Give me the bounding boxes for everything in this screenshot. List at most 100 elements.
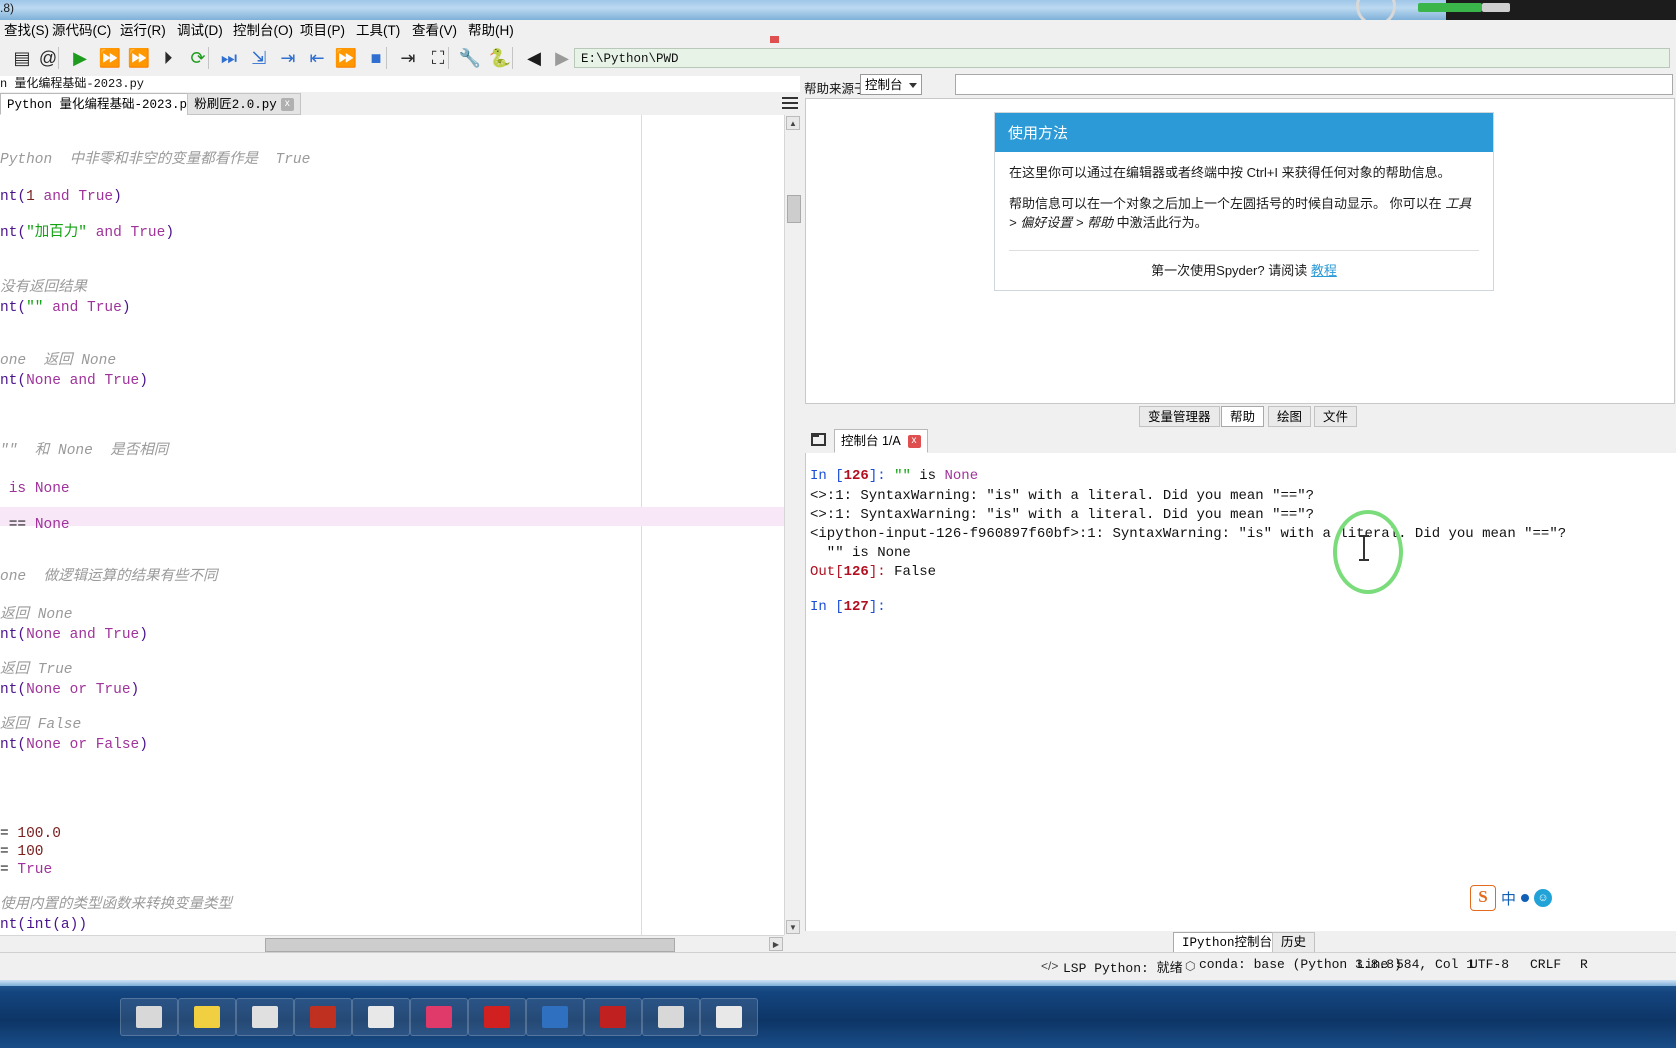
- editor-hscroll-thumb[interactable]: [265, 938, 675, 952]
- working-directory-input[interactable]: E:\Python\PWD: [574, 48, 1670, 68]
- editor-horizontal-scrollbar[interactable]: ▶: [0, 935, 784, 952]
- bottom-dock-tab-1[interactable]: 历史: [1272, 932, 1316, 953]
- file-list-icon[interactable]: ▤: [8, 44, 36, 72]
- code-token: and: [60, 373, 105, 389]
- help-object-input[interactable]: [955, 74, 1673, 95]
- console-token: <ipython-input-126-f960897f60bf>:1: Synt…: [810, 526, 1567, 542]
- run-cell-advance-icon[interactable]: ⏩: [125, 44, 153, 72]
- taskbar-item-4[interactable]: [352, 998, 410, 1036]
- right-dock-tab-1[interactable]: 帮助: [1221, 406, 1265, 427]
- debug-stop-icon[interactable]: ■: [362, 44, 390, 72]
- debug-step-icon[interactable]: ⇲: [245, 44, 273, 72]
- smiley-icon[interactable]: ☺: [1534, 889, 1553, 907]
- menu-item-4[interactable]: 控制台(O): [229, 22, 297, 39]
- code-token: nt(: [0, 627, 27, 643]
- editor-options-menu-icon[interactable]: [782, 97, 798, 111]
- menu-item-7[interactable]: 查看(V): [408, 22, 461, 39]
- ime-mode-label[interactable]: 中: [1501, 888, 1516, 909]
- taskbar-item-0[interactable]: [120, 998, 178, 1036]
- console-line-5: Out[126]: False: [810, 563, 936, 581]
- menu-item-1[interactable]: 源代码(C): [48, 22, 115, 39]
- menu-item-2[interactable]: 运行(R): [116, 22, 170, 39]
- rerun-icon[interactable]: ⟳: [184, 44, 212, 72]
- code-line-0: Python 中非零和非空的变量都看作是 True: [0, 151, 310, 169]
- code-line-13: 返回 True: [0, 661, 73, 679]
- back-arrow-icon[interactable]: ◀: [520, 44, 548, 72]
- console-tab[interactable]: 控制台 1/A x: [834, 429, 928, 453]
- menu-item-3[interactable]: 调试(D): [173, 22, 227, 39]
- run-selection-icon[interactable]: ⏵: [154, 44, 182, 72]
- scroll-right-arrow-icon[interactable]: ▶: [769, 937, 783, 951]
- code-editor[interactable]: Python 中非零和非空的变量都看作是 True nt(1 and True) n…: [0, 115, 800, 935]
- taskbar-item-icon: [600, 1006, 626, 1028]
- close-icon[interactable]: x: [907, 435, 921, 449]
- console-token: Out: [810, 564, 836, 580]
- code-token: 返回 True: [0, 662, 73, 678]
- code-line-16: nt(None or False): [0, 736, 148, 754]
- menu-item-0[interactable]: 查找(S): [0, 22, 53, 39]
- code-token: "" 和 None 是否相同: [0, 443, 169, 459]
- maximize-pane-icon[interactable]: ⇥: [394, 44, 422, 72]
- taskbar-item-10[interactable]: [700, 998, 758, 1036]
- menu-item-6[interactable]: 工具(T): [352, 22, 404, 39]
- run-cell-icon[interactable]: ⏩: [96, 44, 124, 72]
- code-line-8: is None: [0, 480, 70, 498]
- editor-vscroll-thumb[interactable]: [787, 195, 801, 223]
- taskbar-item-icon: [542, 1006, 568, 1028]
- lsp-status: LSP Python: 就绪: [1063, 961, 1183, 976]
- run-file-icon[interactable]: ▶: [66, 44, 94, 72]
- scroll-up-arrow-icon[interactable]: ▲: [786, 116, 800, 130]
- preferences-wrench-icon[interactable]: 🔧: [456, 44, 484, 72]
- taskbar-item-9[interactable]: [642, 998, 700, 1036]
- right-dock-tab-3[interactable]: 文件: [1314, 406, 1358, 427]
- taskbar-item-8[interactable]: [584, 998, 642, 1036]
- taskbar-item-6[interactable]: [468, 998, 526, 1036]
- console-token: 127: [843, 599, 869, 615]
- help-panel-body: 使用方法 在这里你可以通过在编辑器或者终端中按 Ctrl+I 来获得任何对象的帮…: [805, 98, 1675, 404]
- forward-arrow-icon[interactable]: ▶: [548, 44, 576, 72]
- menu-item-5[interactable]: 项目(P): [296, 22, 349, 39]
- at-icon[interactable]: @: [34, 44, 62, 72]
- fullscreen-icon[interactable]: ⛶: [424, 44, 452, 72]
- debug-continue-icon[interactable]: ⏩: [332, 44, 360, 72]
- debug-step-into-icon[interactable]: ⇥: [274, 44, 302, 72]
- window-title-fragment: .8): [0, 1, 15, 15]
- taskbar-item-7[interactable]: [526, 998, 584, 1036]
- close-icon[interactable]: x: [280, 98, 294, 112]
- sogou-ime-bar[interactable]: S 中 ☺: [1470, 884, 1553, 912]
- taskbar-item-2[interactable]: [236, 998, 294, 1036]
- usage-p2-part-a: 帮助信息可以在一个对象之后加上一个左圆括号的时候自动显示。 你可以在: [1009, 196, 1446, 211]
- debug-file-icon[interactable]: ⏭: [215, 44, 243, 72]
- undock-pane-icon[interactable]: [811, 433, 826, 446]
- right-dock-tab-2[interactable]: 绘图: [1268, 406, 1312, 427]
- taskbar-item-icon: [136, 1006, 162, 1028]
- bottom-dock-tab-0[interactable]: IPython控制台: [1173, 932, 1282, 953]
- code-token: ): [130, 682, 140, 698]
- editor-tab-1[interactable]: 粉刷匠2.0.py x: [187, 93, 301, 115]
- sogou-logo-icon[interactable]: S: [1470, 885, 1496, 911]
- editor-tab-0[interactable]: Python 量化编程基础-2023.pyx: [0, 93, 219, 115]
- scroll-down-arrow-icon[interactable]: ▼: [786, 920, 800, 934]
- usage-paragraph-2: 帮助信息可以在一个对象之后加上一个左圆括号的时候自动显示。 你可以在 工具 > …: [1009, 194, 1479, 232]
- menu-item-8[interactable]: 帮助(H): [464, 22, 518, 39]
- right-dock-tab-0[interactable]: 变量管理器: [1139, 406, 1220, 427]
- debug-step-return-icon[interactable]: ⇤: [303, 44, 331, 72]
- taskbar-item-1[interactable]: [178, 998, 236, 1036]
- editor-vertical-scrollbar[interactable]: ▲ ▼: [784, 115, 801, 935]
- taskbar-item-3[interactable]: [294, 998, 352, 1036]
- code-token: and: [43, 300, 88, 316]
- console-token: <>:1: SyntaxWarning: "is" with a literal…: [810, 507, 1315, 523]
- taskbar-item-5[interactable]: [410, 998, 468, 1036]
- help-source-dropdown[interactable]: 控制台: [860, 74, 922, 95]
- usage-card-footer: 第一次使用Spyder? 请阅读 教程: [1009, 250, 1479, 290]
- code-token: =: [0, 826, 18, 842]
- pythonpath-manager-icon[interactable]: 🐍: [486, 44, 514, 72]
- ipython-console-output[interactable]: In [126]: "" is None <>:1: SyntaxWarning:…: [805, 453, 1676, 931]
- taskbar-item-icon: [310, 1006, 336, 1028]
- code-token: "加百力": [26, 225, 88, 241]
- code-token: nt(: [0, 917, 27, 933]
- editor-warning-marker[interactable]: [770, 36, 779, 43]
- console-line-0: In [126]: "" is None: [810, 467, 978, 485]
- punctuation-icon[interactable]: [1521, 894, 1530, 902]
- tutorial-link[interactable]: 教程: [1311, 263, 1337, 278]
